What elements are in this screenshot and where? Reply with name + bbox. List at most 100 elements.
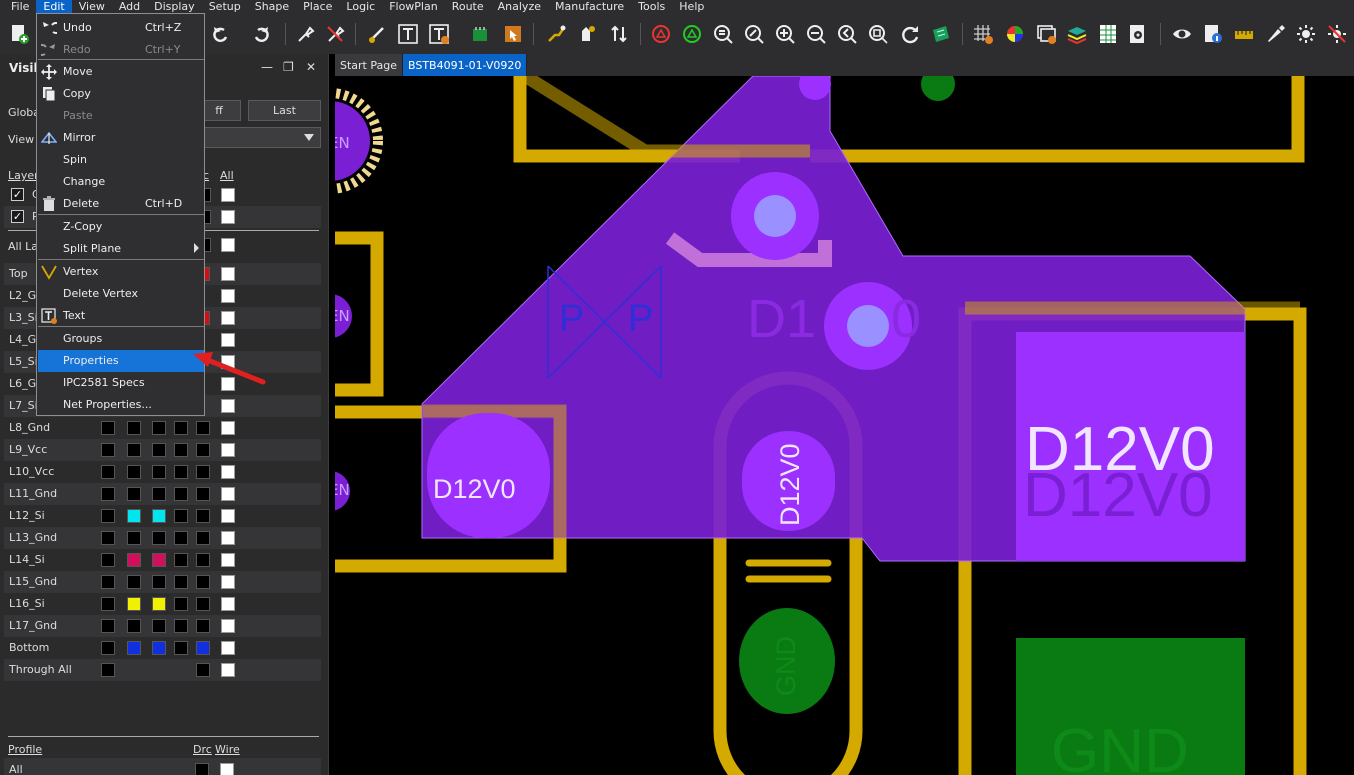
layer-color-swatch[interactable] bbox=[152, 553, 166, 567]
layer-row[interactable]: L11_Gnd bbox=[4, 483, 321, 505]
layers-icon[interactable] bbox=[1064, 21, 1090, 47]
menu-tools[interactable]: Tools bbox=[631, 0, 672, 13]
layer-color-swatch[interactable] bbox=[196, 509, 210, 523]
menu-item-delete-vertex[interactable]: Delete Vertex bbox=[38, 283, 204, 305]
layer-color-swatch[interactable] bbox=[101, 597, 115, 611]
layer-color-swatch[interactable] bbox=[152, 619, 166, 633]
layer-color-swatch[interactable] bbox=[196, 663, 210, 677]
layer-color-swatch[interactable] bbox=[196, 531, 210, 545]
menu-file[interactable]: File bbox=[4, 0, 36, 13]
pin-icon[interactable] bbox=[292, 21, 318, 47]
zoom-board-icon[interactable] bbox=[865, 21, 891, 47]
layer-color-swatch[interactable] bbox=[196, 487, 210, 501]
menu-item-paste[interactable]: Paste bbox=[38, 105, 204, 127]
layer-all-swatch[interactable] bbox=[221, 465, 235, 479]
layer-color-swatch[interactable] bbox=[196, 465, 210, 479]
layer-row[interactable]: L13_Gnd bbox=[4, 527, 321, 549]
redo-icon[interactable] bbox=[248, 21, 274, 47]
brightness-off-icon[interactable] bbox=[1324, 21, 1350, 47]
menu-logic[interactable]: Logic bbox=[339, 0, 382, 13]
spreadsheet-icon[interactable] bbox=[1095, 21, 1121, 47]
layer-all-swatch[interactable] bbox=[221, 641, 235, 655]
layer-color-swatch[interactable] bbox=[101, 641, 115, 655]
menu-item-text[interactable]: Text bbox=[38, 305, 204, 327]
menu-item-split-plane[interactable]: Split Plane bbox=[38, 238, 204, 260]
layer-color-swatch[interactable] bbox=[152, 597, 166, 611]
layer-color-swatch[interactable] bbox=[101, 553, 115, 567]
menu-item-properties[interactable]: Properties bbox=[38, 350, 204, 372]
layer-all-swatch[interactable] bbox=[221, 267, 235, 281]
component-icon[interactable] bbox=[467, 21, 493, 47]
menu-item-redo[interactable]: Redo Ctrl+Y bbox=[36, 39, 204, 61]
zoom-previous-icon[interactable] bbox=[834, 21, 860, 47]
pcb-canvas[interactable]: EN EN EN P P D1 0 D12V0 D12V0 D12V0 D12V… bbox=[335, 76, 1354, 775]
menu-analyze[interactable]: Analyze bbox=[491, 0, 548, 13]
menu-item-delete[interactable]: Delete Ctrl+D bbox=[38, 193, 204, 215]
layer-color-swatch[interactable] bbox=[101, 619, 115, 633]
menu-shape[interactable]: Shape bbox=[248, 0, 296, 13]
zoom-icon[interactable] bbox=[741, 21, 767, 47]
layer-all-swatch[interactable] bbox=[221, 443, 235, 457]
redraw-icon[interactable] bbox=[897, 21, 923, 47]
menu-route[interactable]: Route bbox=[445, 0, 491, 13]
text-properties-icon[interactable] bbox=[426, 21, 452, 47]
tab-start-page[interactable]: Start Page bbox=[335, 54, 403, 76]
layer-color-swatch[interactable] bbox=[196, 575, 210, 589]
ruler-icon[interactable] bbox=[1231, 21, 1257, 47]
drc-green-icon[interactable] bbox=[679, 21, 705, 47]
object-all-swatch[interactable] bbox=[221, 188, 235, 202]
all-layers-all-swatch[interactable] bbox=[221, 238, 235, 252]
zoom-list-icon[interactable] bbox=[710, 21, 736, 47]
layer-color-swatch[interactable] bbox=[152, 531, 166, 545]
layer-color-swatch[interactable] bbox=[101, 487, 115, 501]
layer-color-swatch[interactable] bbox=[174, 619, 188, 633]
unpin-icon[interactable] bbox=[322, 21, 348, 47]
add-text-icon[interactable] bbox=[395, 21, 421, 47]
layer-all-swatch[interactable] bbox=[221, 597, 235, 611]
swap-icon[interactable] bbox=[606, 21, 632, 47]
layer-color-swatch[interactable] bbox=[152, 421, 166, 435]
tab-document[interactable]: BSTB4091-01-V0920 bbox=[403, 54, 528, 76]
layer-color-swatch[interactable] bbox=[174, 443, 188, 457]
menu-manufacture[interactable]: Manufacture bbox=[548, 0, 631, 13]
layer-color-swatch[interactable] bbox=[152, 443, 166, 457]
layer-color-swatch[interactable] bbox=[174, 531, 188, 545]
layer-color-swatch[interactable] bbox=[127, 443, 141, 457]
menu-place[interactable]: Place bbox=[296, 0, 339, 13]
object-all-swatch[interactable] bbox=[221, 210, 235, 224]
settings-doc-icon[interactable] bbox=[1125, 21, 1151, 47]
layer-color-swatch[interactable] bbox=[196, 597, 210, 611]
menu-item-spin[interactable]: Spin bbox=[38, 149, 204, 171]
menu-help[interactable]: Help bbox=[672, 0, 711, 13]
menu-add[interactable]: Add bbox=[112, 0, 147, 13]
layer-color-swatch[interactable] bbox=[127, 619, 141, 633]
layer-all-swatch[interactable] bbox=[221, 399, 235, 413]
layer-color-swatch[interactable] bbox=[174, 575, 188, 589]
layer-color-swatch[interactable] bbox=[196, 619, 210, 633]
color-icon[interactable] bbox=[1002, 21, 1028, 47]
menu-item-net-properties[interactable]: Net Properties... bbox=[38, 394, 204, 416]
grid-icon[interactable] bbox=[970, 21, 996, 47]
layer-color-swatch[interactable] bbox=[152, 575, 166, 589]
info-icon[interactable] bbox=[1200, 21, 1226, 47]
brush-icon[interactable] bbox=[1262, 21, 1288, 47]
layer-color-swatch[interactable] bbox=[174, 421, 188, 435]
visibility-checkbox[interactable]: ✓ bbox=[11, 210, 24, 223]
layer-all-swatch[interactable] bbox=[221, 289, 235, 303]
layer-row[interactable]: L8_Gnd bbox=[4, 417, 321, 439]
layer-color-swatch[interactable] bbox=[152, 465, 166, 479]
menu-setup[interactable]: Setup bbox=[202, 0, 248, 13]
layer-color-swatch[interactable] bbox=[196, 553, 210, 567]
profile-row[interactable]: All bbox=[4, 758, 321, 775]
layer-color-swatch[interactable] bbox=[127, 641, 141, 655]
menu-edit[interactable]: Edit bbox=[36, 0, 72, 13]
layer-row[interactable]: L10_Vcc bbox=[4, 461, 321, 483]
layer-color-swatch[interactable] bbox=[101, 443, 115, 457]
layer-color-swatch[interactable] bbox=[127, 575, 141, 589]
layer-all-swatch[interactable] bbox=[221, 311, 235, 325]
layer-color-swatch[interactable] bbox=[174, 553, 188, 567]
layer-color-swatch[interactable] bbox=[101, 531, 115, 545]
layer-color-swatch[interactable] bbox=[196, 443, 210, 457]
menu-item-copy[interactable]: Copy bbox=[38, 83, 204, 105]
layer-row[interactable]: L14_Si bbox=[4, 549, 321, 571]
